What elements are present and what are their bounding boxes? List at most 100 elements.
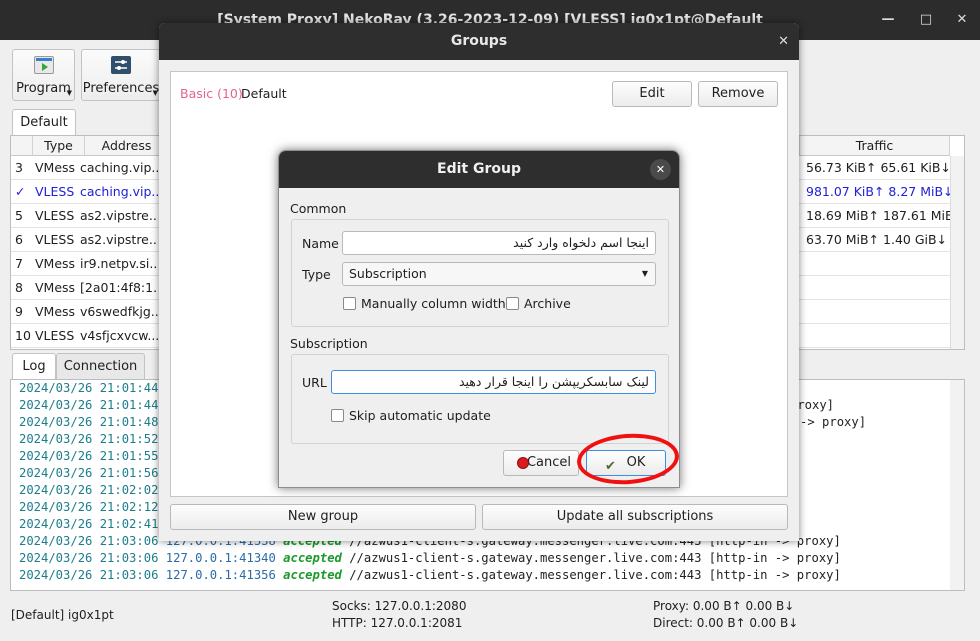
log-timestamp: 2024/03/26 21:01:44: [19, 398, 159, 412]
common-section-label: Common: [290, 201, 347, 216]
log-line: 2024/03/26 21:01:52: [19, 431, 180, 448]
log-line: 2024/03/26 21:03:06 127.0.0.1:41340 acce…: [19, 550, 841, 567]
row-traffic: 981.07 KiB↑ 8.27 MiB↓: [806, 184, 951, 199]
log-line: 2024/03/26 21:02:02: [19, 482, 180, 499]
table-scrollbar[interactable]: [950, 156, 964, 349]
type-select-value: Subscription: [349, 266, 427, 281]
log-timestamp: 2024/03/26 21:01:48: [19, 415, 159, 429]
archive-checkbox[interactable]: [506, 297, 519, 310]
tab-log[interactable]: Log: [12, 353, 56, 380]
column-header-address[interactable]: Address: [85, 136, 169, 156]
skip-auto-update-label: Skip automatic update: [349, 408, 491, 423]
cancel-icon: [517, 457, 529, 469]
log-timestamp: 2024/03/26 21:01:55: [19, 449, 159, 463]
status-socks: Socks: 127.0.0.1:2080: [332, 599, 467, 613]
row-address: caching.vip...: [80, 184, 158, 199]
log-timestamp: 2024/03/26 21:02:41: [19, 517, 159, 531]
groups-dialog-titlebar: Groups ✕: [159, 23, 799, 60]
cancel-label: Cancel: [526, 455, 572, 470]
column-header-type[interactable]: Type: [33, 136, 85, 156]
status-http: HTTP: 127.0.0.1:2081: [332, 616, 463, 630]
edit-group-button[interactable]: Edit: [612, 81, 692, 107]
close-icon[interactable]: ✕: [950, 8, 974, 32]
subscription-section-label: Subscription: [290, 336, 368, 351]
skip-auto-update-checkbox[interactable]: [331, 409, 344, 422]
edit-group-title: Edit Group: [437, 161, 521, 177]
log-status: accepted: [283, 568, 342, 582]
program-button[interactable]: Program ▼: [12, 49, 75, 101]
row-number: 10: [15, 328, 31, 343]
status-direct-traffic: Direct: 0.00 B↑ 0.00 B↓: [653, 616, 799, 630]
tab-default-group[interactable]: Default: [12, 109, 76, 136]
log-scrollbar[interactable]: [950, 380, 964, 590]
status-proxy-traffic: Proxy: 0.00 B↑ 0.00 B↓: [653, 599, 795, 613]
log-message: //azwus1-client-s.gateway.messenger.live…: [349, 568, 841, 582]
maximize-icon[interactable]: □: [914, 8, 938, 32]
url-field[interactable]: لینک سابسکریپشن را اینجا قرار دهید: [331, 370, 656, 394]
row-address: v4sfjcxvcw...: [80, 328, 158, 343]
group-item-type: Basic (10): [180, 86, 243, 101]
chevron-down-icon: ▼: [152, 89, 158, 97]
row-number: 3: [15, 160, 23, 175]
name-label: Name: [302, 236, 339, 251]
log-timestamp: 2024/03/26 21:01:44: [19, 381, 159, 395]
column-header-number[interactable]: [11, 136, 33, 156]
log-timestamp: 2024/03/26 21:03:06: [19, 568, 159, 582]
row-type: VLESS: [35, 208, 75, 223]
type-label: Type: [302, 267, 331, 282]
edit-group-titlebar: Edit Group ✕: [279, 151, 679, 188]
log-address: 127.0.0.1:41356: [165, 568, 276, 582]
preferences-button[interactable]: Preferences ▼: [81, 49, 161, 101]
new-group-button[interactable]: New group: [170, 504, 476, 530]
status-profile: [Default] ig0x1pt: [11, 608, 114, 622]
log-line: 2024/03/26 21:01:44 proxy]: [19, 397, 834, 414]
minimize-icon[interactable]: —: [876, 8, 900, 32]
row-address: as2.vipstre...: [80, 208, 158, 223]
type-select[interactable]: Subscription ▼: [342, 262, 656, 286]
manual-column-width-checkbox[interactable]: [343, 297, 356, 310]
remove-group-button[interactable]: Remove: [698, 81, 778, 107]
log-timestamp: 2024/03/26 21:02:02: [19, 483, 159, 497]
close-icon[interactable]: ✕: [778, 23, 789, 60]
url-label: URL: [302, 375, 327, 390]
row-number: 5: [15, 208, 23, 223]
log-line: 2024/03/26 21:02:12: [19, 499, 180, 516]
close-icon[interactable]: ✕: [650, 159, 671, 180]
row-traffic: 56.73 KiB↑ 65.61 KiB↓: [806, 160, 951, 175]
row-type: VLESS: [35, 232, 75, 247]
row-type: VLESS: [35, 328, 75, 343]
log-address: 127.0.0.1:41340: [165, 551, 276, 565]
archive-label: Archive: [524, 296, 571, 311]
cancel-button[interactable]: Cancel: [503, 450, 579, 476]
subscription-section: URL لینک سابسکریپشن را اینجا قرار دهید S…: [291, 354, 669, 444]
update-all-subscriptions-button[interactable]: Update all subscriptions: [482, 504, 788, 530]
log-status: accepted: [283, 551, 342, 565]
log-timestamp: 2024/03/26 21:03:06: [19, 551, 159, 565]
row-address: [2a01:4f8:1...: [80, 280, 158, 295]
name-field[interactable]: اینجا اسم دلخواه وارد کنید: [342, 231, 656, 255]
row-number: 6: [15, 232, 23, 247]
row-traffic: 18.69 MiB↑ 187.61 MiB↓: [806, 208, 951, 223]
row-number: ✓: [15, 184, 26, 199]
common-section: Name اینجا اسم دلخواه وارد کنید Type Sub…: [291, 219, 669, 327]
tab-connection[interactable]: Connection: [56, 353, 145, 380]
row-type: VMess: [35, 280, 76, 295]
row-address: as2.vipstre...: [80, 232, 158, 247]
manual-column-width-label: Manually column width: [361, 296, 506, 311]
status-bar: [Default] ig0x1pt Socks: 127.0.0.1:2080 …: [0, 597, 980, 641]
row-number: 8: [15, 280, 23, 295]
group-item-name: Default: [241, 86, 287, 101]
log-message: //azwus1-client-s.gateway.messenger.live…: [349, 551, 841, 565]
log-timestamp: 2024/03/26 21:03:06: [19, 534, 159, 548]
program-icon: [33, 56, 54, 74]
row-type: VMess: [35, 256, 76, 271]
column-header-traffic[interactable]: Traffic: [800, 136, 950, 156]
row-address: caching.vip...: [80, 160, 158, 175]
log-line: 2024/03/26 21:01:48 [http-in -> proxy]: [19, 414, 866, 431]
preferences-label: Preferences: [82, 81, 160, 96]
log-timestamp: 2024/03/26 21:01:52: [19, 432, 159, 446]
row-type: VLESS: [35, 184, 75, 199]
row-number: 7: [15, 256, 23, 271]
log-line: 2024/03/26 21:01:56: [19, 465, 180, 482]
row-address: v6swedfkjg...: [80, 304, 158, 319]
